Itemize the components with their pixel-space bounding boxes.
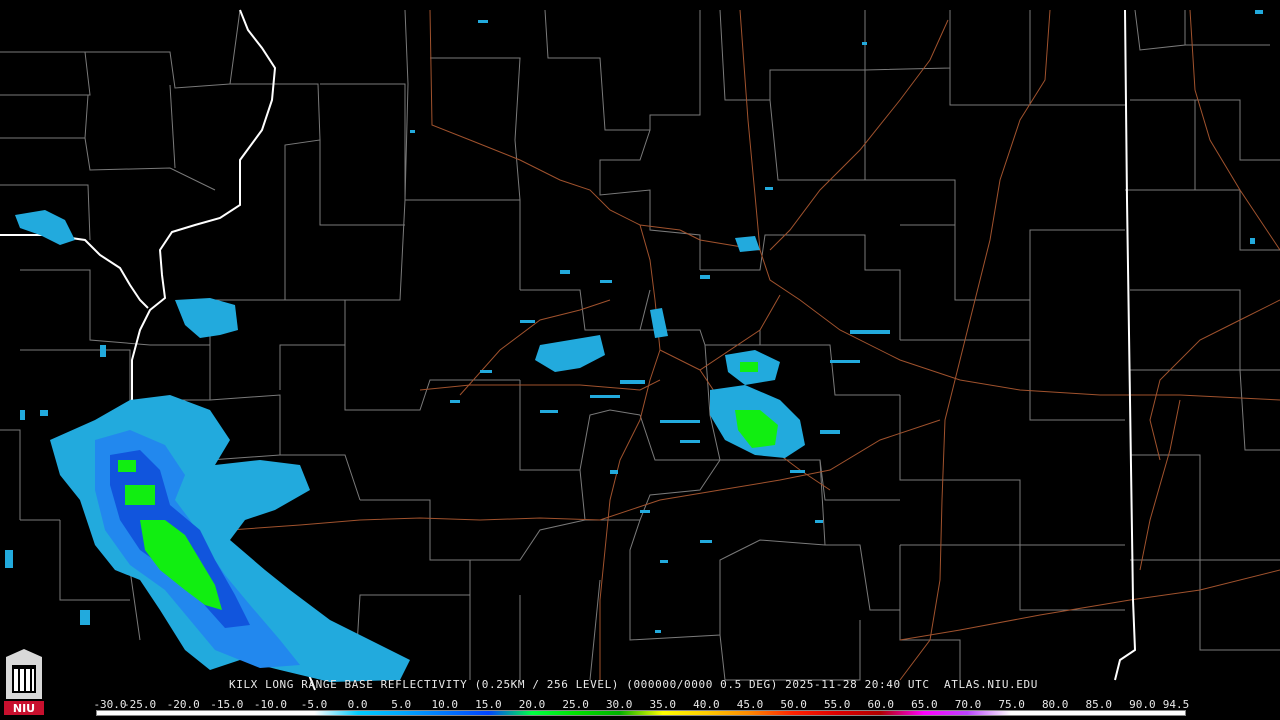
echo-central-north-core <box>740 362 758 372</box>
niu-logo-text: NIU <box>13 702 35 715</box>
reflectivity-color-bar <box>96 710 1186 716</box>
niu-logo: NIU <box>2 647 46 717</box>
radar-caption: KILX LONG RANGE BASE REFLECTIVITY (0.25K… <box>229 678 1038 691</box>
echo-core-2 <box>125 485 155 505</box>
echo-core-3 <box>118 460 136 472</box>
radar-map <box>0 0 1280 720</box>
reflectivity-scale-labels: -30.0 -25.0 -20.0 -15.0 -10.0 -5.0 0.0 5.0 10.0 1… <box>93 698 1189 711</box>
